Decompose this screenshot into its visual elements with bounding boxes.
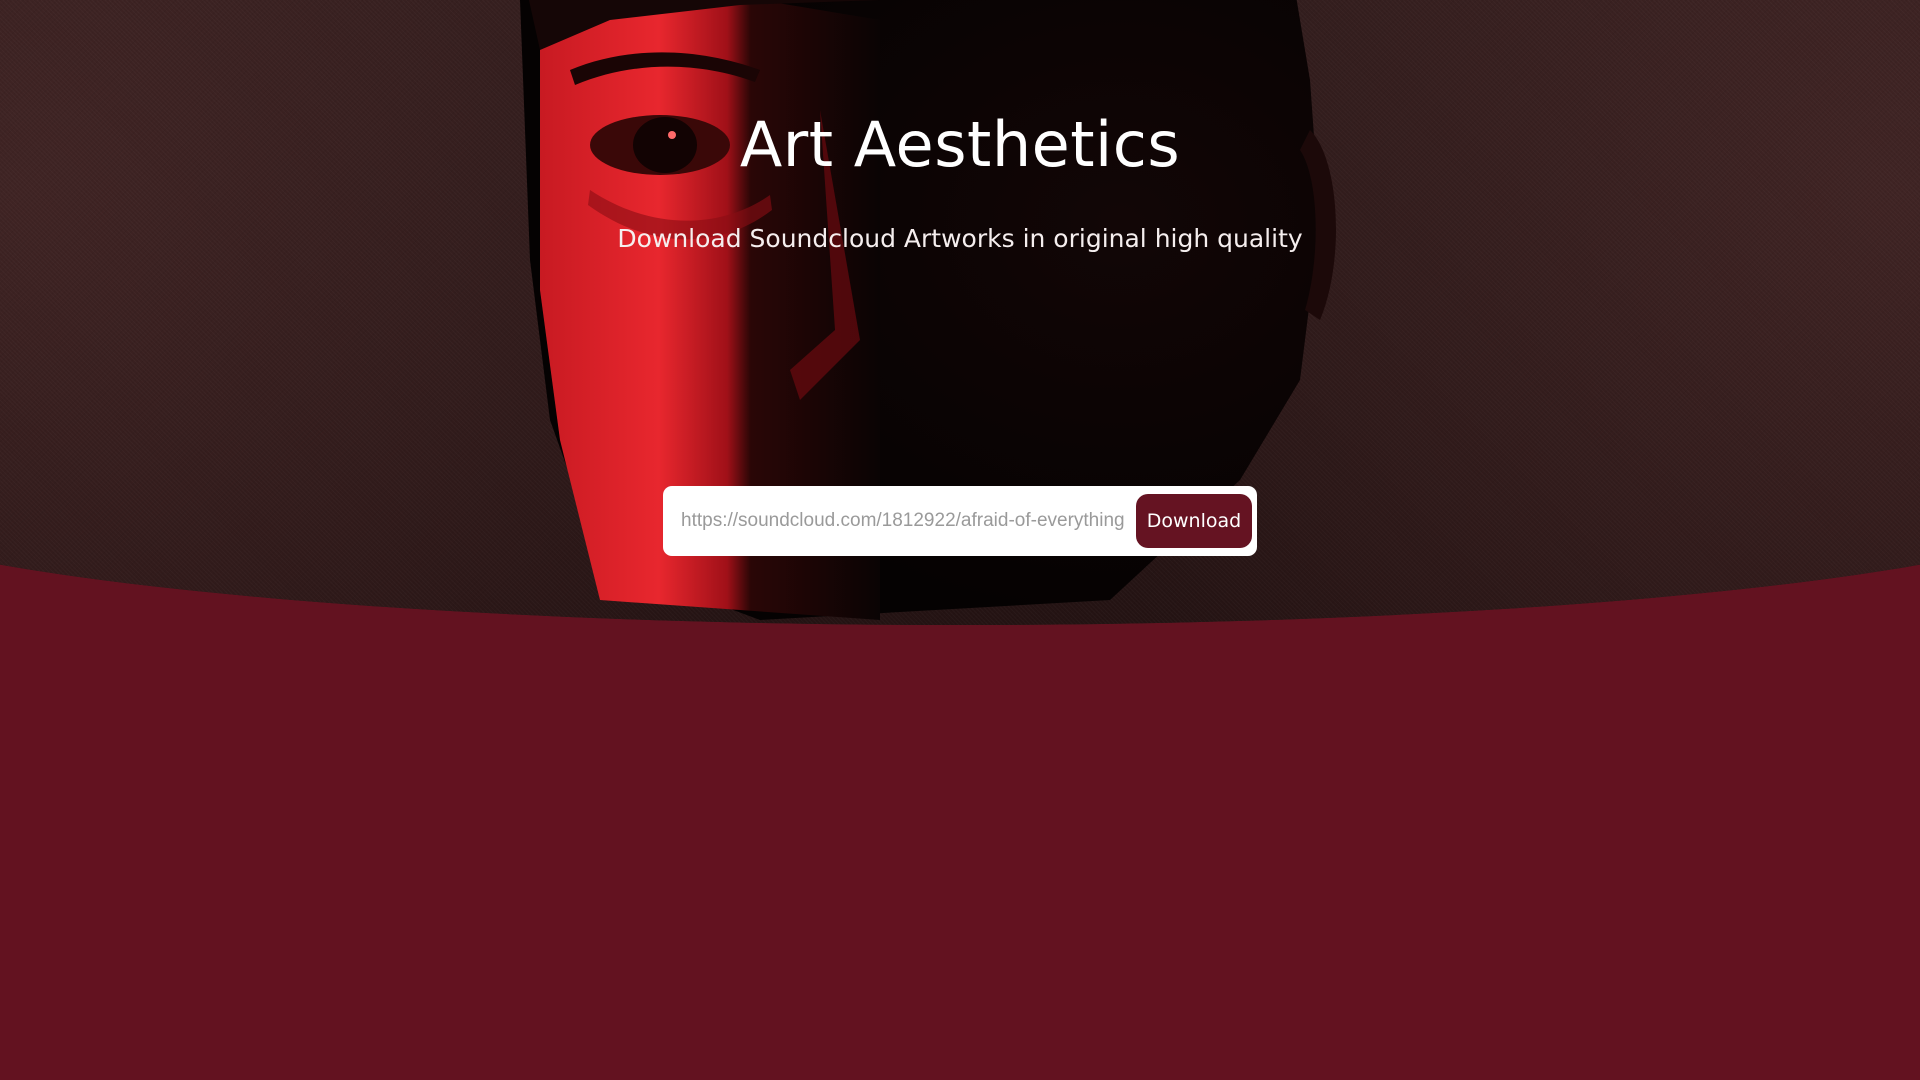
- url-input[interactable]: [681, 501, 1124, 541]
- page-title: Art Aesthetics: [739, 108, 1181, 181]
- download-button[interactable]: Download: [1136, 494, 1252, 548]
- url-search-form: Download: [663, 486, 1257, 556]
- page: Art Aesthetics Download Soundcloud Artwo…: [0, 0, 1920, 1080]
- page-subtitle: Download Soundcloud Artworks in original…: [617, 224, 1303, 253]
